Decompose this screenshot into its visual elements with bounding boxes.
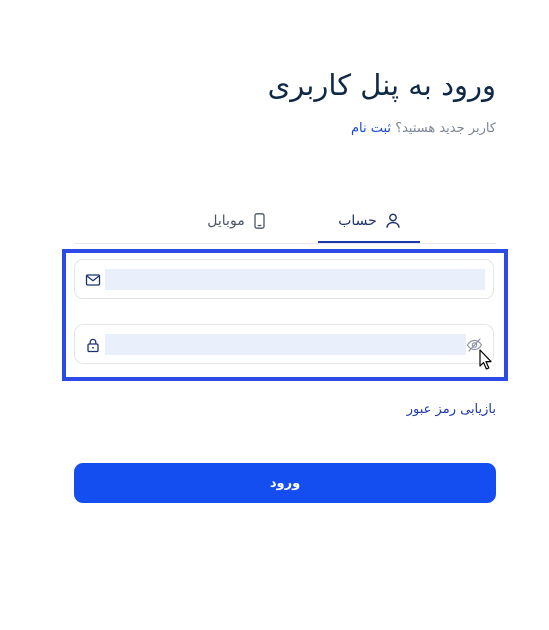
mobile-icon xyxy=(254,212,265,229)
login-button[interactable]: ورود xyxy=(74,463,496,503)
tab-account[interactable]: حساب xyxy=(318,200,420,243)
login-page: ورود به پنل کاربری کاربر جدید هستید؟ ثبت… xyxy=(0,0,549,630)
register-prompt: کاربر جدید هستید؟ ثبت نام xyxy=(351,121,496,136)
user-icon xyxy=(386,213,400,228)
login-method-tabs: حساب موبایل xyxy=(74,200,496,244)
email-field xyxy=(74,259,494,299)
tab-mobile-label: موبایل xyxy=(207,212,245,229)
tab-mobile[interactable]: موبایل xyxy=(196,200,276,241)
mail-icon xyxy=(85,272,101,288)
email-input[interactable] xyxy=(105,269,485,290)
page-title: ورود به پنل کاربری xyxy=(267,68,496,102)
register-prompt-text: کاربر جدید هستید؟ xyxy=(395,121,496,136)
register-link[interactable]: ثبت نام xyxy=(351,121,391,136)
forgot-password-link[interactable]: بازیابی رمز عبور xyxy=(407,402,496,417)
password-field xyxy=(74,324,494,364)
password-input[interactable] xyxy=(105,334,466,355)
eye-off-icon[interactable] xyxy=(466,337,483,353)
tab-account-label: حساب xyxy=(338,212,377,229)
lock-icon xyxy=(85,337,101,353)
